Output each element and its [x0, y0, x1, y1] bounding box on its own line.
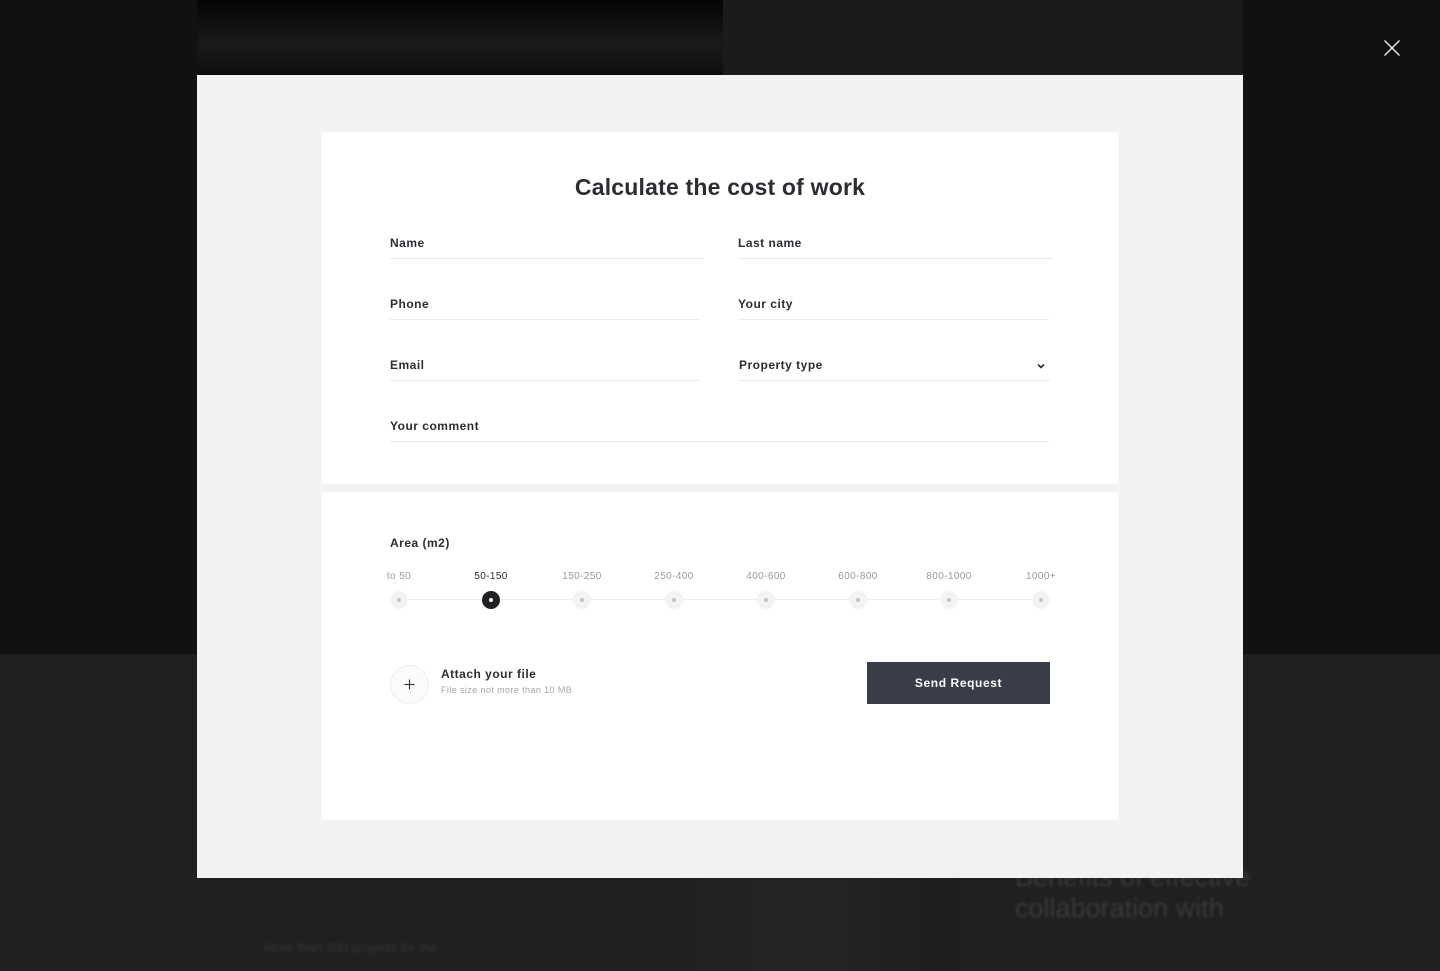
last-name-field[interactable]: Last name: [738, 234, 1053, 259]
name-field[interactable]: Name: [390, 234, 704, 259]
area-option-label[interactable]: to 50: [387, 571, 411, 582]
background-image: [660, 878, 960, 971]
area-option-label[interactable]: 250-400: [654, 571, 694, 582]
city-input[interactable]: [738, 295, 1049, 317]
email-field[interactable]: Email: [390, 356, 700, 381]
comment-field[interactable]: Your comment: [390, 417, 1049, 442]
background-hero-image: [197, 0, 723, 75]
plus-icon: [404, 679, 415, 690]
area-option-label[interactable]: 800-1000: [926, 571, 971, 582]
background-panel: [723, 0, 1243, 75]
phone-field[interactable]: Phone: [390, 295, 700, 320]
slider-stop[interactable]: [849, 591, 867, 609]
area-option-label[interactable]: 50-150: [474, 571, 508, 582]
city-field[interactable]: Your city: [738, 295, 1049, 320]
slider-stop[interactable]: [940, 591, 958, 609]
close-button[interactable]: [1376, 32, 1408, 64]
name-input[interactable]: [390, 234, 704, 256]
property-type-label: Property type: [739, 358, 823, 372]
slider-stop[interactable]: [1032, 591, 1050, 609]
modal-title: Calculate the cost of work: [574, 174, 866, 200]
close-icon: [1384, 40, 1400, 56]
slider-stop[interactable]: [757, 591, 775, 609]
send-request-button[interactable]: Send Request: [867, 662, 1050, 704]
slider-stop[interactable]: [390, 591, 408, 609]
area-card: Area (m2) to 50 50-150 150-250 250-400 400-6…: [321, 492, 1119, 820]
cost-calculator-modal: Calculate the cost of work Name Last nam…: [197, 75, 1243, 878]
attach-file-button[interactable]: [390, 665, 429, 704]
chevron-down-icon: [1037, 363, 1045, 369]
last-name-input[interactable]: [738, 234, 1053, 256]
phone-input[interactable]: [390, 295, 700, 317]
attach-file-hint: File size not more than 10 MB: [441, 685, 573, 695]
email-input[interactable]: [390, 356, 700, 378]
slider-stop[interactable]: [573, 591, 591, 609]
area-option-label[interactable]: 600-800: [838, 571, 878, 582]
attach-file-title[interactable]: Attach your file: [441, 667, 536, 681]
background-text: More than 200 projects for the: [264, 940, 438, 955]
area-option-label[interactable]: 150-250: [562, 571, 602, 582]
slider-stop[interactable]: [665, 591, 683, 609]
slider-handle[interactable]: [482, 591, 500, 609]
property-type-select[interactable]: Property type: [739, 356, 1050, 381]
contact-form-card: Calculate the cost of work Name Last nam…: [321, 132, 1119, 484]
comment-input[interactable]: [390, 417, 1049, 439]
area-option-label[interactable]: 1000+: [1026, 571, 1056, 582]
area-label: Area (m2): [390, 536, 450, 550]
area-option-label[interactable]: 400-600: [746, 571, 786, 582]
